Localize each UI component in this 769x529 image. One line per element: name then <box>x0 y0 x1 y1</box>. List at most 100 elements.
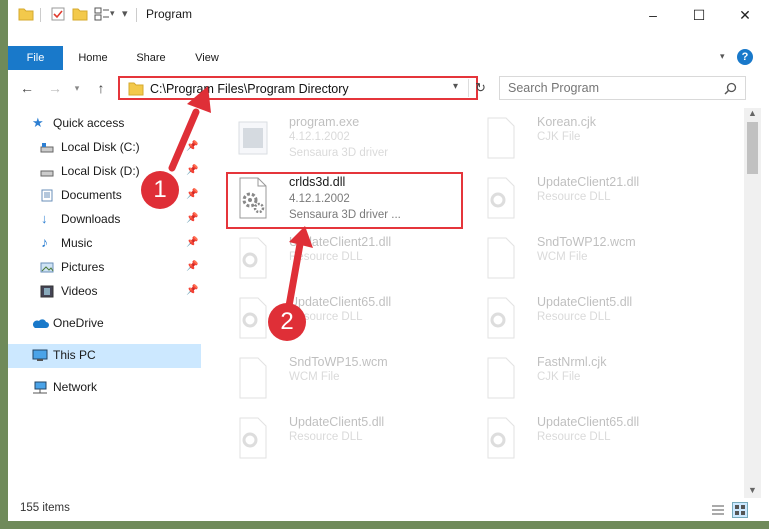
sidebar-item-label: Local Disk (D:) <box>61 164 140 178</box>
file-name: UpdateClient65.dll <box>289 295 392 309</box>
vertical-scrollbar[interactable]: ▲ ▼ <box>744 108 761 498</box>
file-description: Sensaura 3D driver <box>289 147 389 159</box>
sidebar-item-label: Videos <box>61 284 98 298</box>
file-name: UpdateClient5.dll <box>289 415 385 429</box>
sidebar-item-quick-access[interactable]: ★ Quick access <box>8 112 200 136</box>
pin-icon: 📌 <box>186 189 199 200</box>
new-folder-icon[interactable] <box>72 6 88 22</box>
file-description: Resource DLL <box>537 311 611 323</box>
tab-file[interactable]: File <box>8 46 63 70</box>
explorer-window: ▾ ▾ Program – ☐ ✕ File Home Share View ▾… <box>8 0 769 521</box>
navigation-pane: ★ Quick access Local Disk (C:) 📌 Local D… <box>8 108 204 498</box>
dll-gear-icon <box>239 417 267 459</box>
file-name: UpdateClient65.dll <box>537 415 640 429</box>
sidebar-item-music[interactable]: ♪ Music 📌 <box>8 232 200 256</box>
forward-arrow-icon[interactable]: → <box>44 78 66 98</box>
file-icon <box>487 117 515 159</box>
file-icon <box>487 237 515 279</box>
recent-locations-icon[interactable]: ▾ <box>66 78 88 98</box>
back-arrow-icon[interactable]: ← <box>16 78 38 98</box>
step-1-badge: 1 <box>141 171 179 209</box>
tab-view[interactable]: View <box>184 46 230 70</box>
file-item-sndtowp15-wcm[interactable]: SndToWP15.wcm WCM File <box>227 350 467 410</box>
search-icon[interactable] <box>724 82 737 95</box>
file-item-updateclient5-dll[interactable]: UpdateClient5.dll Resource DLL <box>475 290 715 350</box>
sidebar-item-label: Quick access <box>53 116 125 130</box>
sidebar-item-onedrive[interactable]: OneDrive <box>8 312 200 336</box>
view-options-icon[interactable] <box>94 6 110 22</box>
step-2-badge: 2 <box>268 303 306 341</box>
pin-icon: 📌 <box>186 285 199 296</box>
expand-ribbon-icon[interactable]: ▾ <box>720 51 725 62</box>
sidebar-item-label: Music <box>61 236 93 250</box>
item-count: 155 items <box>20 502 70 514</box>
file-description: CJK File <box>537 371 581 383</box>
up-arrow-icon[interactable]: ↑ <box>90 78 112 98</box>
scroll-down-icon[interactable]: ▼ <box>748 485 757 495</box>
file-item-updateclient5-dll[interactable]: UpdateClient5.dll Resource DLL <box>227 410 467 470</box>
file-name: SndToWP12.wcm <box>537 235 636 249</box>
scrollbar-thumb[interactable] <box>747 122 758 174</box>
tab-share[interactable]: Share <box>128 46 174 70</box>
window-title: Program <box>146 7 193 21</box>
close-button[interactable]: ✕ <box>722 0 768 30</box>
file-description: Resource DLL <box>537 191 611 203</box>
file-item-korean-cjk[interactable]: Korean.cjk CJK File <box>475 110 715 170</box>
search-input[interactable]: Search Program <box>508 81 599 95</box>
file-list: program.exe 4.12.1.2002 Sensaura 3D driv… <box>215 108 743 498</box>
cloud-icon <box>32 319 49 328</box>
large-icons-view-icon[interactable] <box>732 502 748 518</box>
file-item-program-exe[interactable]: program.exe 4.12.1.2002 Sensaura 3D driv… <box>227 110 467 170</box>
pin-icon: 📌 <box>186 165 199 176</box>
details-view-icon[interactable] <box>711 503 725 517</box>
status-bar: 155 items <box>8 499 769 521</box>
file-description: Resource DLL <box>537 431 611 443</box>
file-item-sndtowp12-wcm[interactable]: SndToWP12.wcm WCM File <box>475 230 715 290</box>
address-path: C:\Program Files\Program Directory <box>150 82 349 96</box>
scroll-up-icon[interactable]: ▲ <box>748 108 757 118</box>
file-description: WCM File <box>289 371 340 383</box>
file-item-updateclient21-dll[interactable]: UpdateClient21.dll Resource DLL <box>227 230 467 290</box>
sidebar-item-label: Network <box>53 380 98 394</box>
tab-home[interactable]: Home <box>70 46 116 70</box>
sidebar-item-network[interactable]: Network <box>8 376 200 400</box>
search-box[interactable]: Search Program <box>499 76 746 100</box>
sidebar-item-videos[interactable]: Videos 📌 <box>8 280 200 304</box>
maximize-button[interactable]: ☐ <box>676 0 722 30</box>
address-bar[interactable]: C:\Program Files\Program Directory ▾ ↻ <box>118 76 486 100</box>
file-name: UpdateClient5.dll <box>537 295 633 309</box>
pin-icon: 📌 <box>186 141 199 152</box>
help-icon[interactable]: ? <box>737 49 753 65</box>
file-item-fastnrml-cjk[interactable]: FastNrml.cjk CJK File <box>475 350 715 410</box>
sidebar-item-local-disk-c[interactable]: Local Disk (C:) 📌 <box>8 136 200 160</box>
file-name: UpdateClient21.dll <box>289 235 392 249</box>
sidebar-item-label: This PC <box>53 348 96 362</box>
folder-icon[interactable] <box>18 6 34 22</box>
pin-icon: 📌 <box>186 213 199 224</box>
file-item-updateclient65-dll[interactable]: UpdateClient65.dll Resource DLL <box>475 410 715 470</box>
sidebar-item-downloads[interactable]: ↓ Downloads 📌 <box>8 208 200 232</box>
dll-gear-icon <box>487 177 515 219</box>
address-dropdown-icon[interactable]: ▾ <box>453 81 458 92</box>
sidebar-item-label: Downloads <box>61 212 121 226</box>
refresh-icon[interactable]: ↻ <box>475 80 486 96</box>
navigation-bar: ← → ▾ ↑ C:\Program Files\Program Directo… <box>8 74 769 102</box>
file-name: SndToWP15.wcm <box>289 355 388 369</box>
sidebar-item-pictures[interactable]: Pictures 📌 <box>8 256 200 280</box>
file-item-updateclient65-dll[interactable]: UpdateClient65.dll Resource DLL <box>227 290 467 350</box>
drive-icon <box>40 170 54 177</box>
network-icon <box>33 381 47 394</box>
customize-toolbar-icon[interactable]: ▾ <box>122 7 128 20</box>
file-description: Resource DLL <box>289 251 363 263</box>
minimize-button[interactable]: – <box>630 0 676 30</box>
drive-icon <box>40 143 54 153</box>
file-item-updateclient21-dll[interactable]: UpdateClient21.dll Resource DLL <box>475 170 715 230</box>
chevron-down-icon[interactable]: ▾ <box>110 8 115 19</box>
dll-gear-icon <box>487 297 515 339</box>
pin-icon: 📌 <box>186 237 199 248</box>
highlight-box <box>226 172 463 229</box>
sidebar-item-this-pc[interactable]: This PC <box>8 344 201 368</box>
file-name: FastNrml.cjk <box>537 355 607 369</box>
sidebar-item-label: Local Disk (C:) <box>61 140 140 154</box>
properties-icon[interactable] <box>50 6 66 22</box>
